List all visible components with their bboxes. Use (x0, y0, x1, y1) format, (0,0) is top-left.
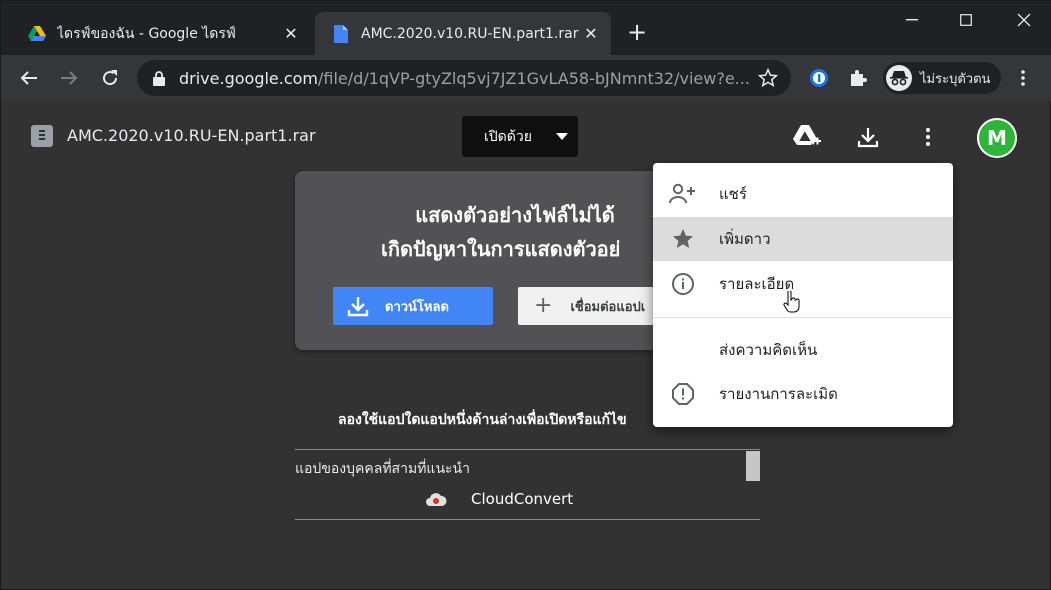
address-bar[interactable]: drive.google.com/file/d/1qVP-gtyZlq5vj7J… (137, 60, 791, 96)
plus-icon: + (534, 293, 553, 318)
password-manager-extension-icon[interactable] (807, 66, 831, 90)
menu-item-label: เพิ่มดาว (719, 230, 771, 248)
list-item[interactable]: CloudConvert (425, 490, 573, 508)
tab-title: ไดรฟ์ของฉัน - Google ไดรฟ์ (57, 25, 236, 42)
add-person-icon (669, 180, 697, 208)
menu-item-label: รายงานการละเมิด (719, 385, 838, 403)
chevron-down-icon (556, 133, 568, 140)
back-button[interactable] (14, 63, 44, 93)
add-to-drive-icon[interactable] (793, 123, 821, 151)
menu-item-label: แชร์ (719, 185, 747, 203)
tab-file[interactable]: AMC.2020.v10.RU-EN.part1.rar - Google ✕ (315, 12, 611, 55)
file-title: AMC.2020.v10.RU-EN.part1.rar (67, 126, 316, 145)
menu-item-share[interactable]: แชร์ (653, 172, 953, 216)
bookmark-star-icon[interactable] (757, 67, 779, 89)
preview-subheading: เกิดปัญหาในการแสดงตัวอย่ (381, 237, 621, 261)
puzzle-extensions-icon[interactable] (846, 66, 870, 90)
open-with-dropdown[interactable]: เปิดด้วย (462, 116, 578, 157)
info-icon (669, 270, 697, 298)
suggested-apps-list: แอปของบุคคลที่สามที่แนะนำ CloudConvert (295, 449, 760, 520)
incognito-icon (886, 65, 912, 91)
profile-label: ไม่ระบุตัวตน (920, 71, 991, 87)
reload-icon (103, 70, 118, 86)
app-name: CloudConvert (471, 490, 574, 508)
menu-item-report-abuse[interactable]: รายงานการละเมิด (653, 372, 953, 416)
minimize-button[interactable] (887, 1, 937, 39)
download-icon[interactable] (854, 123, 882, 151)
menu-divider (653, 317, 953, 318)
download-button[interactable]: ดาวน์โหลด (333, 287, 493, 325)
more-options-menu: แชร์ เพิ่มดาว รายละเอียด ส่งความคิดเห็น (653, 163, 953, 427)
download-label: ดาวน์โหลด (385, 299, 449, 315)
menu-item-label: ส่งความคิดเห็น (719, 341, 818, 359)
preview-heading: แสดงตัวอย่างไฟล์ไม่ได้ (415, 203, 615, 227)
avatar[interactable]: M (977, 118, 1017, 158)
window-close-button[interactable] (999, 1, 1049, 39)
scrollbar[interactable] (746, 451, 760, 481)
incognito-profile-button[interactable]: ไม่ระบุตัวตน (883, 62, 1001, 94)
reload-button[interactable] (95, 63, 125, 93)
viewer-header: AMC.2020.v10.RU-EN.part1.rar เปิดด้วย M (1, 101, 1051, 171)
download-icon (347, 295, 369, 317)
browser-toolbar: drive.google.com/file/d/1qVP-gtyZlq5vj7J… (1, 55, 1051, 101)
tab-strip: ไดรฟ์ของฉัน - Google ไดรฟ์ ✕ AMC.2020.v1… (1, 1, 1051, 55)
google-drive-icon (27, 24, 47, 44)
menu-item-details[interactable]: รายละเอียด (653, 262, 953, 306)
preview-error-card: แสดงตัวอย่างไฟล์ไม่ได้ เกิดปัญหาในการแสด… (295, 171, 715, 350)
more-options-icon[interactable] (914, 123, 942, 151)
close-icon[interactable]: ✕ (279, 22, 303, 46)
lock-icon[interactable] (151, 69, 167, 87)
browser-window: ไดรฟ์ของฉัน - Google ไดรฟ์ ✕ AMC.2020.v1… (0, 0, 1051, 590)
menu-item-add-star[interactable]: เพิ่มดาว (653, 217, 953, 313)
close-icon[interactable]: ✕ (579, 22, 603, 46)
cloudconvert-icon (425, 490, 447, 508)
star-icon (669, 225, 697, 253)
report-icon (669, 380, 697, 408)
archive-file-icon (31, 125, 53, 147)
url-text[interactable]: drive.google.com/file/d/1qVP-gtyZlq5vj7J… (179, 69, 749, 88)
browser-menu-icon[interactable] (1011, 66, 1035, 90)
tab-my-drive[interactable]: ไดรฟ์ของฉัน - Google ไดรฟ์ ✕ (11, 12, 311, 55)
arrow-left-icon (20, 71, 37, 85)
try-apps-text: ลองใช้แอปใดแอปหนึ่งด้านล่างเพื่อเปิดหรือ… (338, 412, 627, 428)
tab-title: AMC.2020.v10.RU-EN.part1.rar - Google (361, 25, 579, 42)
new-tab-button[interactable]: + (625, 20, 649, 45)
open-with-label: เปิดด้วย (484, 128, 532, 145)
connect-label: เชื่อมต่อแอปเ (570, 299, 646, 315)
menu-item-send-feedback[interactable]: ส่งความคิดเห็น (653, 328, 953, 372)
arrow-right-icon (61, 71, 78, 85)
document-icon (331, 24, 351, 44)
menu-item-label: รายละเอียด (719, 275, 795, 293)
forward-button[interactable] (54, 63, 84, 93)
apps-header: แอปของบุคคลที่สามที่แนะนำ (295, 461, 470, 477)
maximize-button[interactable] (941, 1, 991, 39)
